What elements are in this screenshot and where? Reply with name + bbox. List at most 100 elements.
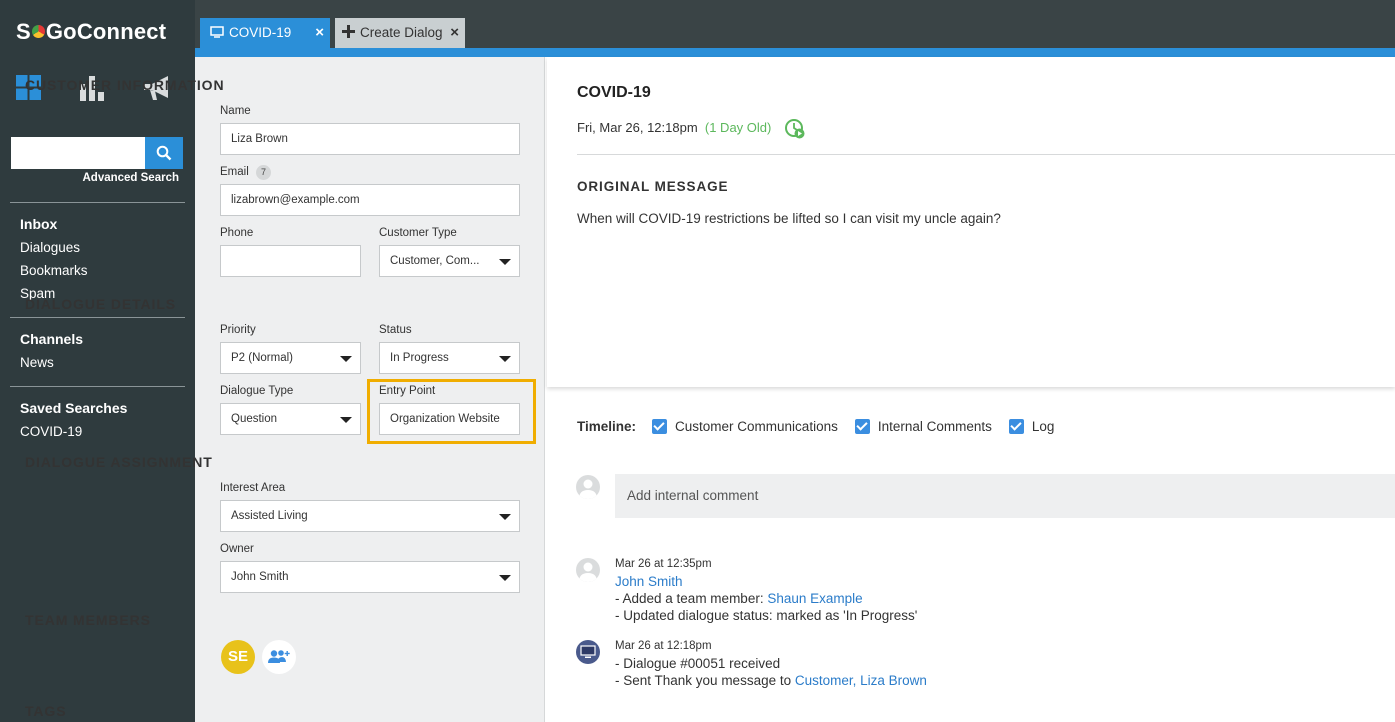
filter-log[interactable]: Log (1008, 418, 1055, 434)
sidebar-item-covid19[interactable]: COVID-19 (20, 420, 127, 443)
checkbox-checked[interactable] (854, 418, 870, 434)
email-field[interactable]: lizabrown@example.com (220, 184, 520, 216)
customer-type-select[interactable]: Customer, Com... (379, 245, 520, 277)
plus-icon (342, 25, 355, 38)
advanced-search-link[interactable]: Advanced Search (82, 172, 179, 184)
tab-label: Create Dialog (360, 25, 443, 40)
app-root: S GoConnect Advanced Search Inbox Dialogu… (0, 0, 1395, 722)
phone-label: Phone (220, 227, 254, 239)
chevron-down-icon (340, 417, 352, 423)
priority-value: P2 (Normal) (231, 352, 293, 364)
timeline-entry-line: - Sent Thank you message to Customer, Li… (615, 673, 927, 688)
close-tab-icon[interactable]: × (315, 18, 324, 48)
customer-type-label: Customer Type (379, 227, 457, 239)
chevron-down-icon (499, 514, 511, 520)
status-select[interactable]: In Progress (379, 342, 520, 374)
filter-label: Log (1031, 418, 1055, 434)
timeline-entry-line: - Dialogue #00051 received (615, 656, 781, 671)
filter-customer-communications[interactable]: Customer Communications (652, 418, 838, 434)
dialogue-date-text: Fri, Mar 26, 12:18pm (577, 120, 698, 135)
user-avatar (576, 475, 600, 499)
original-message-heading: ORIGINAL MESSAGE (577, 179, 729, 194)
line-text: - Sent Thank you message to (615, 673, 795, 688)
name-field[interactable]: Liza Brown (220, 123, 520, 155)
status-label: Status (379, 324, 412, 336)
priority-label: Priority (220, 324, 256, 336)
chevron-down-icon (499, 259, 511, 265)
interest-area-select[interactable]: Assisted Living (220, 500, 520, 532)
chevron-down-icon (340, 356, 352, 362)
dialogue-date: Fri, Mar 26, 12:18pm (1 Day Old) (577, 120, 771, 135)
timeline-entry-time: Mar 26 at 12:18pm (615, 640, 712, 652)
sidebar-item-bookmarks[interactable]: Bookmarks (20, 259, 88, 282)
saved-searches-group: Saved Searches COVID-19 (20, 397, 127, 443)
customer-link[interactable]: Customer, Liza Brown (795, 673, 927, 688)
dialogue-type-label: Dialogue Type (220, 385, 294, 397)
close-tab-icon[interactable]: × (448, 18, 459, 48)
email-count-badge: 7 (256, 165, 271, 180)
owner-value: John Smith (231, 571, 289, 583)
dialogue-assignment-heading: DIALOGUE ASSIGNMENT (25, 454, 213, 470)
filter-internal-comments[interactable]: Internal Comments (854, 418, 992, 434)
user-icon (579, 562, 597, 582)
tab-covid19[interactable]: COVID-19 × (200, 18, 330, 48)
internal-comment-input[interactable]: Add internal comment (615, 474, 1395, 518)
saved-searches-heading[interactable]: Saved Searches (20, 397, 127, 420)
filter-label: Internal Comments (877, 418, 992, 434)
dialogue-type-value: Question (231, 413, 278, 425)
dialogue-age: (1 Day Old) (704, 120, 772, 135)
interest-area-value: Assisted Living (231, 510, 308, 522)
team-member-avatar[interactable]: SE (221, 640, 255, 674)
timeline-entry-author[interactable]: John Smith (615, 574, 683, 589)
sidebar-item-dialogues[interactable]: Dialogues (20, 236, 88, 259)
logo-dot-icon (31, 24, 45, 38)
owner-label: Owner (220, 543, 254, 555)
owner-select[interactable]: John Smith (220, 561, 520, 593)
divider (10, 202, 185, 203)
status-value: In Progress (390, 352, 449, 364)
dialogue-title: COVID-19 (577, 84, 651, 101)
email-label: Email (220, 166, 249, 178)
interest-area-label: Interest Area (220, 482, 286, 494)
checkbox-checked[interactable] (1008, 418, 1024, 434)
tab-underline (195, 48, 1395, 57)
priority-select[interactable]: P2 (Normal) (220, 342, 361, 374)
sidebar-item-news[interactable]: News (20, 351, 83, 374)
dialogue-type-select[interactable]: Question (220, 403, 361, 435)
dialogue-details-heading: DIALOGUE DETAILS (25, 296, 177, 312)
timeline-label: Timeline: (577, 418, 637, 434)
inbox-group: Inbox Dialogues Bookmarks Spam (20, 213, 88, 305)
entry-point-highlight (367, 379, 536, 444)
timeline-filters: Timeline: Customer Communications Intern… (577, 416, 1071, 436)
tab-label: COVID-19 (229, 25, 292, 40)
divider (10, 317, 185, 318)
team-member-link[interactable]: Shaun Example (767, 591, 862, 606)
divider (10, 386, 185, 387)
checkbox-checked[interactable] (652, 418, 668, 434)
customer-info-heading: CUSTOMER INFORMATION (25, 77, 225, 93)
search-input[interactable] (11, 137, 145, 169)
timeline-entry-time: Mar 26 at 12:35pm (615, 558, 712, 570)
search-button[interactable] (145, 137, 183, 169)
inbox-heading[interactable]: Inbox (20, 213, 88, 236)
line-text: - Added a team member: (615, 591, 768, 606)
brand-logo[interactable]: S GoConnect (16, 19, 166, 45)
sidebar-search (11, 137, 183, 169)
name-label: Name (220, 105, 251, 117)
customer-type-value: Customer, Com... (390, 255, 480, 267)
tab-create-dialog[interactable]: Create Dialog × (335, 18, 465, 48)
timeline-entry-line: - Updated dialogue status: marked as 'In… (615, 608, 918, 623)
search-icon (156, 145, 172, 161)
clock-icon[interactable] (784, 118, 806, 140)
timeline-entry-line: - Added a team member: Shaun Example (615, 591, 863, 606)
user-avatar (576, 558, 600, 582)
add-users-icon (268, 650, 290, 663)
monitor-icon (210, 26, 224, 38)
filter-label: Customer Communications (675, 418, 838, 434)
add-team-member-button[interactable] (262, 640, 296, 674)
channels-heading[interactable]: Channels (20, 328, 83, 351)
monitor-icon (580, 645, 596, 658)
divider (577, 154, 1395, 155)
chevron-down-icon (499, 575, 511, 581)
phone-field[interactable] (220, 245, 361, 277)
